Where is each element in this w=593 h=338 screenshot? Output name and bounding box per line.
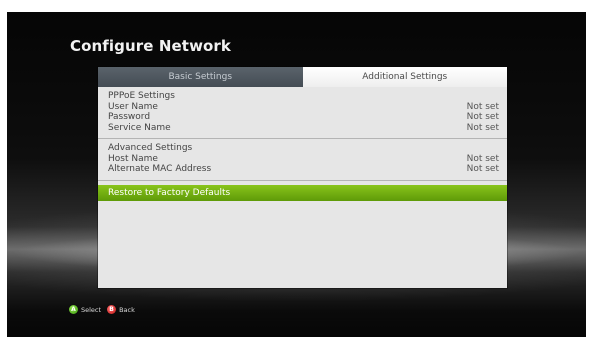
tab-additional-settings[interactable]: Additional Settings	[302, 67, 507, 87]
host-name-row: Host Name Not set	[108, 154, 499, 165]
host-name-value: Not set	[466, 153, 499, 164]
advanced-settings-heading: Advanced Settings	[108, 143, 193, 153]
a-button-icon: A	[69, 305, 78, 314]
service-name-row: Service Name Not set	[108, 123, 499, 134]
password-row: Password Not set	[108, 112, 499, 123]
dashboard-screen: Configure Network Basic Settings Additio…	[7, 12, 586, 337]
user-name-row: User Name Not set	[108, 102, 499, 113]
host-name-label: Host Name	[108, 153, 158, 164]
pppoe-settings-heading: PPPoE Settings	[108, 91, 175, 101]
tab-bar: Basic Settings Additional Settings	[98, 67, 507, 87]
alternate-mac-label: Alternate MAC Address	[108, 164, 212, 174]
page-title: Configure Network	[70, 37, 232, 55]
advanced-settings-group[interactable]: Advanced Settings Host Name Not set Alte…	[98, 139, 507, 181]
restore-factory-defaults-button[interactable]: Restore to Factory Defaults	[98, 184, 507, 201]
alternate-mac-value: Not set	[466, 164, 499, 174]
user-name-label: User Name	[108, 101, 158, 112]
tab-basic-settings[interactable]: Basic Settings	[98, 67, 303, 87]
user-name-value: Not set	[466, 101, 499, 112]
select-hint-label: Select	[81, 305, 102, 314]
password-label: Password	[108, 112, 151, 122]
controller-hint-bar: A Select B Back	[69, 305, 135, 314]
settings-panel: Basic Settings Additional Settings PPPoE…	[98, 67, 507, 288]
service-name-label: Service Name	[108, 122, 171, 133]
b-button-icon: B	[107, 305, 117, 314]
alternate-mac-row: Alternate MAC Address Not set	[108, 164, 499, 175]
password-value: Not set	[466, 112, 499, 122]
back-hint-label: Back	[119, 305, 135, 314]
service-name-value: Not set	[466, 122, 499, 133]
pppoe-settings-group[interactable]: PPPoE Settings User Name Not set Passwor…	[98, 87, 507, 139]
